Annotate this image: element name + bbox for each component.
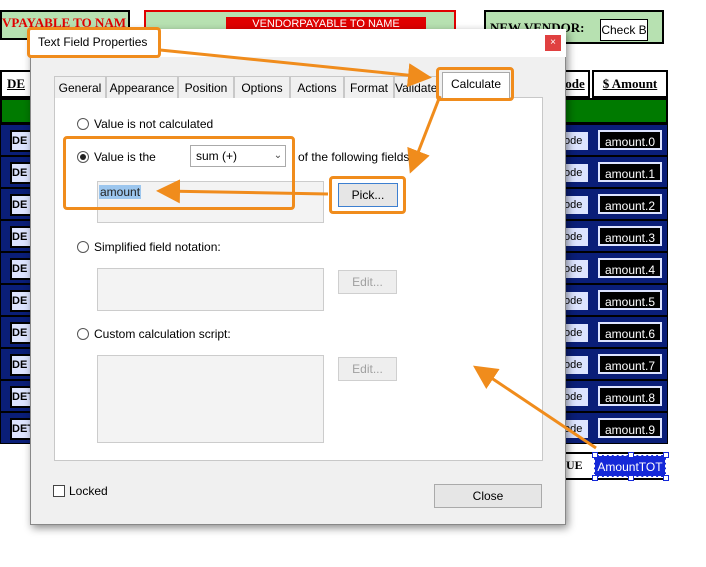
annotation-arrows bbox=[156, 48, 597, 450]
arrow-total-to-dialog bbox=[473, 365, 597, 450]
arrow-title-to-calculate-tab bbox=[159, 48, 432, 88]
arrow-pick-to-amount bbox=[156, 179, 329, 204]
arrow-tab-to-fields-text bbox=[407, 95, 442, 174]
